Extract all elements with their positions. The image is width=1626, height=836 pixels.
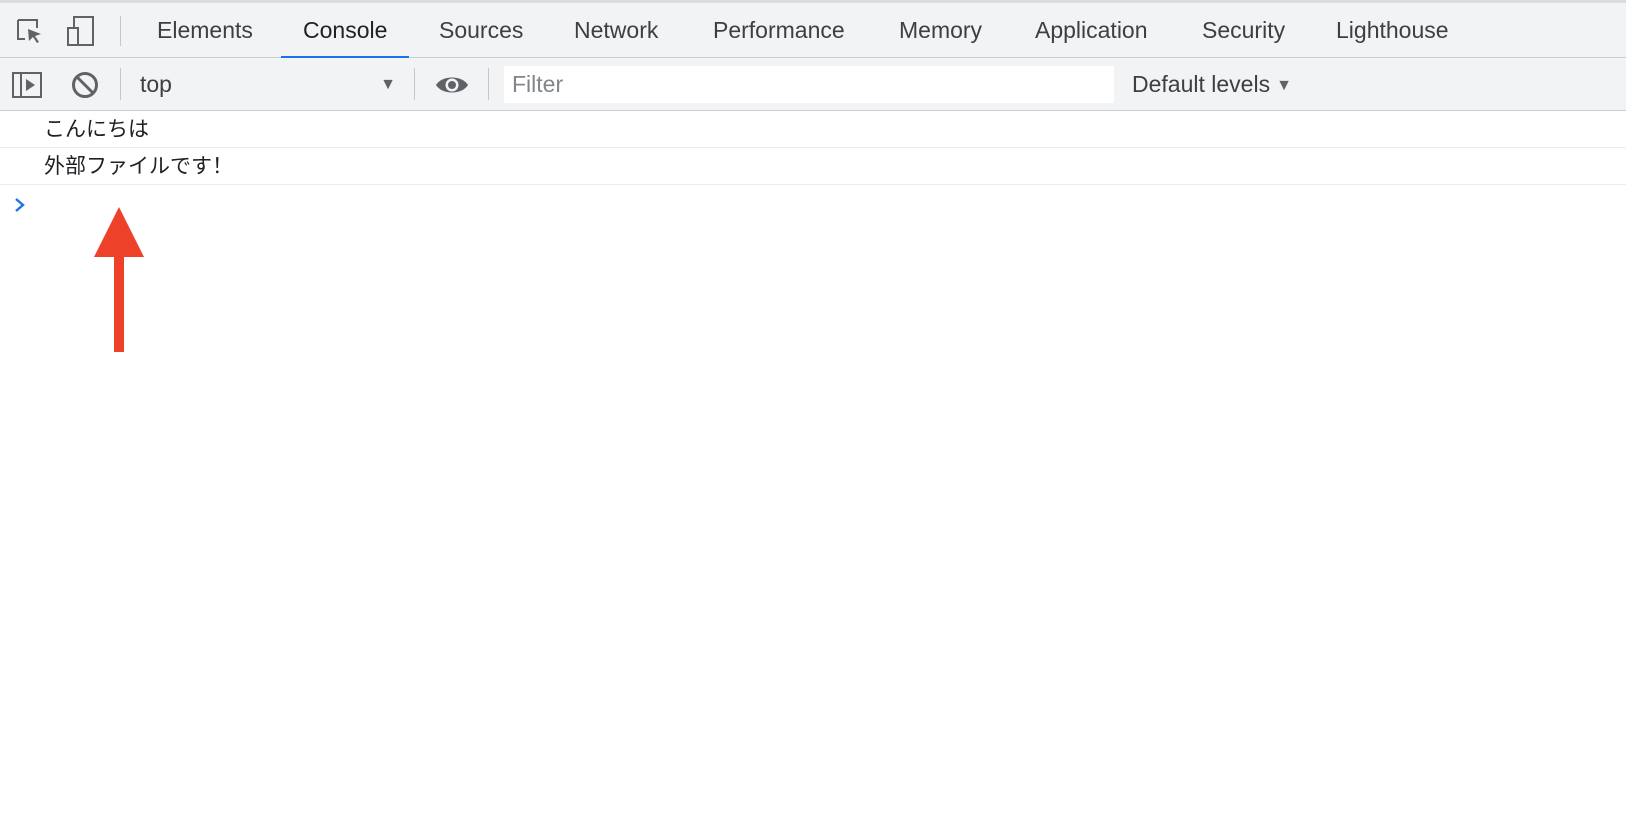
tab-network[interactable]: Network [552,3,680,58]
tab-elements[interactable]: Elements [135,3,275,58]
tab-console[interactable]: Console [281,3,410,59]
tab-application[interactable]: Application [1013,3,1170,58]
toolbar-divider [414,68,415,100]
device-toolbar-icon[interactable] [64,3,98,58]
context-selector[interactable]: top ▼ [126,58,406,111]
annotation-arrow-up [93,207,145,357]
inspect-element-icon[interactable] [12,3,46,58]
tab-lighthouse[interactable]: Lighthouse [1314,3,1471,58]
tab-performance[interactable]: Performance [691,3,867,58]
clear-console-icon[interactable] [68,58,102,111]
dropdown-arrow-icon: ▼ [1276,77,1292,94]
devtools-tab-bar: Elements Console Sources Network Perform… [0,0,1626,59]
log-levels-dropdown[interactable]: Default levels ▼ [1124,58,1300,111]
context-selector-value: top [140,71,172,97]
live-expression-eye-icon[interactable] [434,58,470,111]
tab-security[interactable]: Security [1180,3,1307,58]
toolbar-divider [120,68,121,100]
chevron-right-icon [12,195,28,215]
sidebar-toggle-icon[interactable] [10,58,44,111]
filter-input[interactable] [504,66,1114,103]
dropdown-arrow-icon: ▼ [380,75,396,93]
tab-memory[interactable]: Memory [877,3,1004,58]
toolbar-divider [120,16,121,46]
tab-sources[interactable]: Sources [417,3,545,58]
console-message: 外部ファイルです！ [0,148,1626,185]
console-toolbar: top ▼ Default levels ▼ [0,58,1626,111]
console-message: こんにちは [0,111,1626,148]
console-output[interactable]: こんにちは 外部ファイルです！ [0,111,1626,836]
log-levels-label: Default levels [1132,71,1271,97]
toolbar-divider [488,68,489,100]
